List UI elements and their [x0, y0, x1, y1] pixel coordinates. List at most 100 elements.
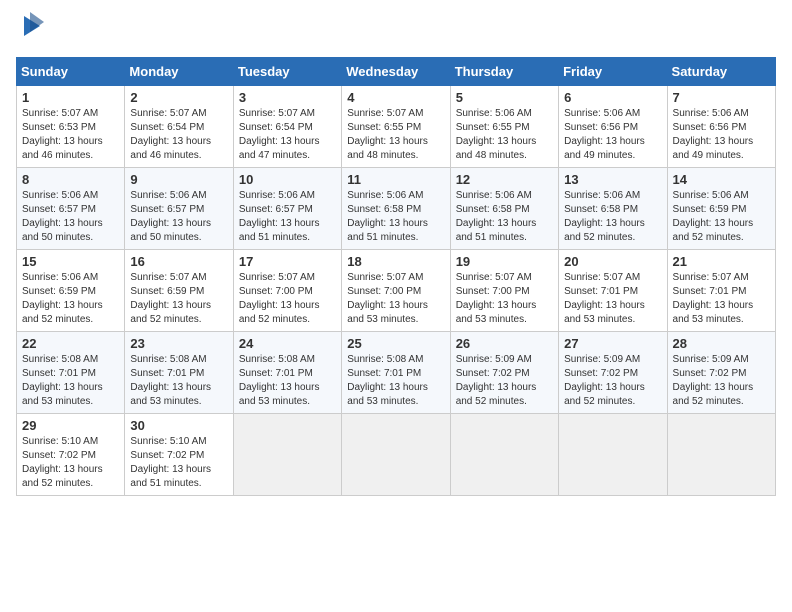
calendar-table: Sunday Monday Tuesday Wednesday Thursday… — [16, 57, 776, 496]
day-info: Sunrise: 5:07 AMSunset: 6:54 PMDaylight:… — [239, 108, 320, 161]
day-number: 12 — [456, 172, 553, 187]
calendar-week-row: 8 Sunrise: 5:06 AMSunset: 6:57 PMDayligh… — [17, 168, 776, 250]
table-row: 8 Sunrise: 5:06 AMSunset: 6:57 PMDayligh… — [17, 168, 125, 250]
calendar-week-row: 22 Sunrise: 5:08 AMSunset: 7:01 PMDaylig… — [17, 332, 776, 414]
table-row: 2 Sunrise: 5:07 AMSunset: 6:54 PMDayligh… — [125, 86, 233, 168]
day-number: 20 — [564, 254, 661, 269]
day-number: 11 — [347, 172, 444, 187]
day-info: Sunrise: 5:06 AMSunset: 6:59 PMDaylight:… — [22, 272, 103, 325]
day-info: Sunrise: 5:08 AMSunset: 7:01 PMDaylight:… — [22, 354, 103, 407]
day-info: Sunrise: 5:07 AMSunset: 7:01 PMDaylight:… — [673, 272, 754, 325]
day-number: 30 — [130, 418, 227, 433]
table-row: 12 Sunrise: 5:06 AMSunset: 6:58 PMDaylig… — [450, 168, 558, 250]
table-row — [559, 414, 667, 496]
day-number: 14 — [673, 172, 770, 187]
day-info: Sunrise: 5:07 AMSunset: 7:00 PMDaylight:… — [456, 272, 537, 325]
day-number: 16 — [130, 254, 227, 269]
table-row: 21 Sunrise: 5:07 AMSunset: 7:01 PMDaylig… — [667, 250, 775, 332]
day-info: Sunrise: 5:09 AMSunset: 7:02 PMDaylight:… — [564, 354, 645, 407]
table-row: 10 Sunrise: 5:06 AMSunset: 6:57 PMDaylig… — [233, 168, 341, 250]
table-row: 13 Sunrise: 5:06 AMSunset: 6:58 PMDaylig… — [559, 168, 667, 250]
day-number: 4 — [347, 90, 444, 105]
day-number: 29 — [22, 418, 119, 433]
table-row — [233, 414, 341, 496]
day-info: Sunrise: 5:07 AMSunset: 7:01 PMDaylight:… — [564, 272, 645, 325]
day-number: 13 — [564, 172, 661, 187]
calendar-week-row: 15 Sunrise: 5:06 AMSunset: 6:59 PMDaylig… — [17, 250, 776, 332]
table-row: 24 Sunrise: 5:08 AMSunset: 7:01 PMDaylig… — [233, 332, 341, 414]
day-info: Sunrise: 5:08 AMSunset: 7:01 PMDaylight:… — [130, 354, 211, 407]
header-tuesday: Tuesday — [233, 58, 341, 86]
table-row: 18 Sunrise: 5:07 AMSunset: 7:00 PMDaylig… — [342, 250, 450, 332]
day-number: 6 — [564, 90, 661, 105]
table-row: 29 Sunrise: 5:10 AMSunset: 7:02 PMDaylig… — [17, 414, 125, 496]
day-info: Sunrise: 5:06 AMSunset: 6:57 PMDaylight:… — [22, 190, 103, 243]
table-row — [450, 414, 558, 496]
header-saturday: Saturday — [667, 58, 775, 86]
table-row: 30 Sunrise: 5:10 AMSunset: 7:02 PMDaylig… — [125, 414, 233, 496]
day-number: 27 — [564, 336, 661, 351]
table-row: 26 Sunrise: 5:09 AMSunset: 7:02 PMDaylig… — [450, 332, 558, 414]
day-number: 17 — [239, 254, 336, 269]
header-sunday: Sunday — [17, 58, 125, 86]
table-row: 5 Sunrise: 5:06 AMSunset: 6:55 PMDayligh… — [450, 86, 558, 168]
day-number: 21 — [673, 254, 770, 269]
day-info: Sunrise: 5:07 AMSunset: 6:54 PMDaylight:… — [130, 108, 211, 161]
table-row: 15 Sunrise: 5:06 AMSunset: 6:59 PMDaylig… — [17, 250, 125, 332]
day-info: Sunrise: 5:06 AMSunset: 6:58 PMDaylight:… — [564, 190, 645, 243]
day-number: 15 — [22, 254, 119, 269]
table-row: 20 Sunrise: 5:07 AMSunset: 7:01 PMDaylig… — [559, 250, 667, 332]
day-number: 19 — [456, 254, 553, 269]
table-row — [342, 414, 450, 496]
logo — [16, 16, 44, 45]
page-header — [16, 16, 776, 45]
day-number: 22 — [22, 336, 119, 351]
day-info: Sunrise: 5:08 AMSunset: 7:01 PMDaylight:… — [347, 354, 428, 407]
day-number: 8 — [22, 172, 119, 187]
day-number: 28 — [673, 336, 770, 351]
table-row: 7 Sunrise: 5:06 AMSunset: 6:56 PMDayligh… — [667, 86, 775, 168]
table-row: 1 Sunrise: 5:07 AMSunset: 6:53 PMDayligh… — [17, 86, 125, 168]
day-number: 3 — [239, 90, 336, 105]
table-row: 27 Sunrise: 5:09 AMSunset: 7:02 PMDaylig… — [559, 332, 667, 414]
day-number: 9 — [130, 172, 227, 187]
table-row: 25 Sunrise: 5:08 AMSunset: 7:01 PMDaylig… — [342, 332, 450, 414]
table-row: 28 Sunrise: 5:09 AMSunset: 7:02 PMDaylig… — [667, 332, 775, 414]
header-wednesday: Wednesday — [342, 58, 450, 86]
day-info: Sunrise: 5:06 AMSunset: 6:57 PMDaylight:… — [239, 190, 320, 243]
header-friday: Friday — [559, 58, 667, 86]
day-info: Sunrise: 5:10 AMSunset: 7:02 PMDaylight:… — [130, 436, 211, 489]
day-info: Sunrise: 5:09 AMSunset: 7:02 PMDaylight:… — [673, 354, 754, 407]
day-number: 25 — [347, 336, 444, 351]
day-info: Sunrise: 5:07 AMSunset: 6:53 PMDaylight:… — [22, 108, 103, 161]
table-row: 23 Sunrise: 5:08 AMSunset: 7:01 PMDaylig… — [125, 332, 233, 414]
day-info: Sunrise: 5:06 AMSunset: 6:57 PMDaylight:… — [130, 190, 211, 243]
day-info: Sunrise: 5:06 AMSunset: 6:58 PMDaylight:… — [456, 190, 537, 243]
calendar-week-row: 29 Sunrise: 5:10 AMSunset: 7:02 PMDaylig… — [17, 414, 776, 496]
day-info: Sunrise: 5:06 AMSunset: 6:59 PMDaylight:… — [673, 190, 754, 243]
table-row: 11 Sunrise: 5:06 AMSunset: 6:58 PMDaylig… — [342, 168, 450, 250]
table-row: 17 Sunrise: 5:07 AMSunset: 7:00 PMDaylig… — [233, 250, 341, 332]
day-number: 7 — [673, 90, 770, 105]
calendar-header-row: Sunday Monday Tuesday Wednesday Thursday… — [17, 58, 776, 86]
table-row: 19 Sunrise: 5:07 AMSunset: 7:00 PMDaylig… — [450, 250, 558, 332]
day-number: 1 — [22, 90, 119, 105]
day-info: Sunrise: 5:07 AMSunset: 6:59 PMDaylight:… — [130, 272, 211, 325]
table-row: 22 Sunrise: 5:08 AMSunset: 7:01 PMDaylig… — [17, 332, 125, 414]
day-info: Sunrise: 5:07 AMSunset: 7:00 PMDaylight:… — [239, 272, 320, 325]
day-info: Sunrise: 5:10 AMSunset: 7:02 PMDaylight:… — [22, 436, 103, 489]
day-info: Sunrise: 5:09 AMSunset: 7:02 PMDaylight:… — [456, 354, 537, 407]
logo-icon — [20, 12, 44, 45]
table-row: 14 Sunrise: 5:06 AMSunset: 6:59 PMDaylig… — [667, 168, 775, 250]
header-thursday: Thursday — [450, 58, 558, 86]
day-number: 23 — [130, 336, 227, 351]
day-info: Sunrise: 5:06 AMSunset: 6:56 PMDaylight:… — [673, 108, 754, 161]
table-row: 16 Sunrise: 5:07 AMSunset: 6:59 PMDaylig… — [125, 250, 233, 332]
header-monday: Monday — [125, 58, 233, 86]
day-number: 24 — [239, 336, 336, 351]
table-row — [667, 414, 775, 496]
day-number: 18 — [347, 254, 444, 269]
day-info: Sunrise: 5:06 AMSunset: 6:58 PMDaylight:… — [347, 190, 428, 243]
day-number: 5 — [456, 90, 553, 105]
calendar-week-row: 1 Sunrise: 5:07 AMSunset: 6:53 PMDayligh… — [17, 86, 776, 168]
